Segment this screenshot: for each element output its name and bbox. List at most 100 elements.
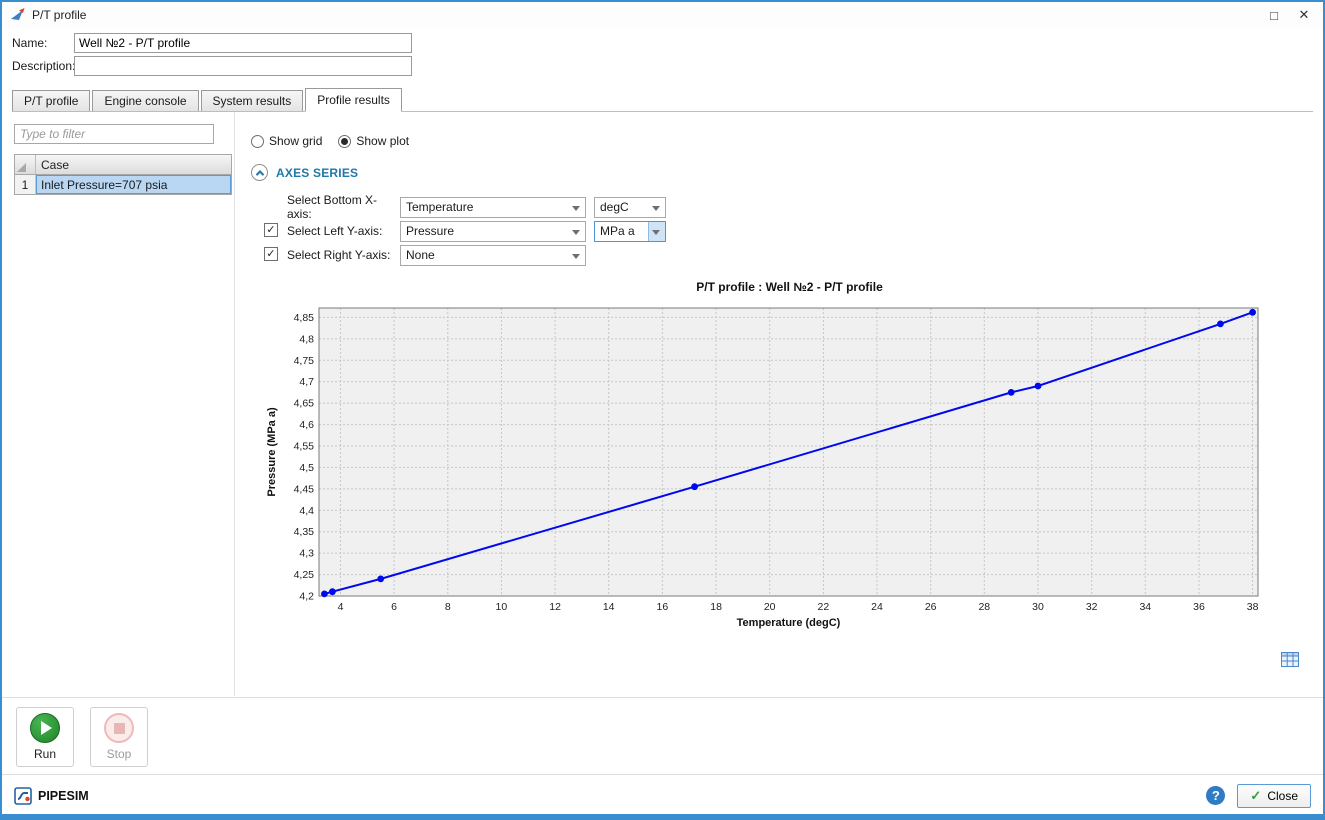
tab-label: Profile results	[317, 93, 390, 107]
tab-profile-results[interactable]: Profile results	[305, 88, 402, 112]
left-y-axis-label: Select Left Y-axis:	[287, 224, 400, 238]
svg-text:6: 6	[391, 601, 397, 613]
chevron-up-icon	[255, 170, 263, 178]
run-button[interactable]: Run	[16, 707, 74, 767]
description-input[interactable]	[74, 56, 412, 76]
run-icon	[30, 713, 60, 743]
brand: PIPESIM	[14, 787, 89, 805]
window-title: P/T profile	[32, 8, 86, 22]
close-window-icon[interactable]: ✕	[1289, 4, 1319, 26]
right-y-axis-value: None	[406, 248, 435, 262]
stop-icon	[104, 713, 134, 743]
run-button-label: Run	[34, 747, 56, 761]
right-y-checkbox[interactable]: ✓	[264, 247, 278, 261]
select-all-corner[interactable]	[15, 155, 36, 174]
svg-text:4,35: 4,35	[294, 526, 315, 538]
left-y-axis-select[interactable]: Pressure	[400, 221, 586, 242]
chart-svg: 4681012141618202224262830323436384,24,25…	[263, 300, 1268, 632]
x-axis-value: Temperature	[406, 200, 473, 214]
filter-input[interactable]	[14, 124, 214, 144]
tab-label: P/T profile	[24, 94, 78, 108]
x-axis-unit-value: degC	[600, 200, 629, 214]
svg-text:4,3: 4,3	[299, 548, 314, 560]
svg-text:4,45: 4,45	[294, 483, 315, 495]
axes-series-title: AXES SERIES	[276, 166, 358, 180]
show-grid-radio[interactable]: Show grid	[251, 134, 322, 148]
svg-text:16: 16	[657, 601, 669, 613]
description-row: Description:	[12, 55, 412, 77]
close-button[interactable]: ✓ Close	[1237, 784, 1311, 808]
svg-text:30: 30	[1032, 601, 1044, 613]
chevron-down-icon	[572, 254, 580, 259]
checkmark-icon: ✓	[1250, 788, 1261, 804]
right-y-axis-select[interactable]: None	[400, 245, 586, 266]
svg-text:14: 14	[603, 601, 615, 613]
stop-button-label: Stop	[107, 747, 132, 761]
svg-text:4,25: 4,25	[294, 569, 315, 581]
left-y-unit-select[interactable]: MPa a	[594, 221, 666, 242]
right-y-axis-label: Select Right Y-axis:	[287, 248, 400, 262]
chart-block: P/T profile : Well №2 - P/T profile 4681…	[263, 280, 1268, 635]
chevron-down-icon	[652, 206, 660, 211]
chevron-down-icon	[572, 206, 580, 211]
tabstrip: P/T profile Engine console System result…	[12, 88, 1313, 112]
name-label: Name:	[12, 36, 74, 50]
table-view-icon[interactable]	[1281, 652, 1299, 670]
svg-text:4,4: 4,4	[299, 505, 314, 517]
svg-text:Pressure (MPa a): Pressure (MPa a)	[266, 407, 278, 497]
x-axis-unit-select[interactable]: degC	[594, 197, 666, 218]
svg-text:18: 18	[710, 601, 722, 613]
chevron-down-icon	[572, 230, 580, 235]
name-row: Name:	[12, 32, 412, 54]
help-icon[interactable]: ?	[1206, 786, 1225, 805]
chart-title: P/T profile : Well №2 - P/T profile	[263, 280, 1268, 300]
app-icon	[10, 7, 26, 23]
svg-text:4,5: 4,5	[299, 462, 314, 474]
maximize-icon[interactable]: □	[1259, 4, 1289, 26]
pipesim-logo-icon	[14, 787, 32, 805]
svg-text:20: 20	[764, 601, 776, 613]
show-plot-radio[interactable]: Show plot	[338, 134, 409, 148]
case-panel: Case 1 Inlet Pressure=707 psia	[12, 112, 234, 696]
svg-text:24: 24	[871, 601, 883, 613]
run-toolbar: Run Stop	[2, 697, 1323, 774]
tab-system-results[interactable]: System results	[201, 90, 304, 111]
pt-profile-window: P/T profile □ ✕ Name: Description: P/T p…	[0, 0, 1325, 820]
left-y-unit-value: MPa a	[600, 224, 635, 238]
titlebar[interactable]: P/T profile □ ✕	[2, 2, 1323, 28]
left-y-axis-row: ✓ Select Left Y-axis: Pressure MPa a	[287, 220, 666, 242]
close-button-label: Close	[1267, 789, 1298, 803]
stop-button[interactable]: Stop	[90, 707, 148, 767]
play-triangle-icon	[41, 721, 52, 735]
chevron-down-icon	[652, 230, 660, 235]
svg-text:28: 28	[978, 601, 990, 613]
description-label: Description:	[12, 59, 74, 73]
svg-text:12: 12	[549, 601, 561, 613]
tab-content: Case 1 Inlet Pressure=707 psia Show grid…	[12, 112, 1313, 696]
left-y-checkbox[interactable]: ✓	[264, 223, 278, 237]
svg-text:4: 4	[338, 601, 344, 613]
svg-text:26: 26	[925, 601, 937, 613]
svg-text:4,55: 4,55	[294, 441, 315, 453]
svg-text:4,2: 4,2	[299, 591, 314, 603]
brand-text: PIPESIM	[38, 789, 89, 803]
stop-square-icon	[114, 723, 125, 734]
tab-engine-console[interactable]: Engine console	[92, 90, 198, 111]
svg-text:4,6: 4,6	[299, 419, 314, 431]
svg-text:4,75: 4,75	[294, 355, 315, 367]
case-row[interactable]: 1 Inlet Pressure=707 psia	[14, 175, 232, 195]
tab-pt-profile[interactable]: P/T profile	[12, 90, 90, 111]
svg-text:4,7: 4,7	[299, 376, 314, 388]
left-y-axis-value: Pressure	[406, 224, 454, 238]
right-y-axis-row: ✓ Select Right Y-axis: None	[287, 244, 586, 266]
radio-selected-icon	[338, 135, 351, 148]
case-table-header[interactable]: Case	[14, 154, 232, 175]
x-axis-select[interactable]: Temperature	[400, 197, 586, 218]
axes-series-section-header: AXES SERIES	[251, 164, 358, 181]
svg-text:4,85: 4,85	[294, 312, 315, 324]
name-input[interactable]	[74, 33, 412, 53]
collapse-section-icon[interactable]	[251, 164, 268, 181]
svg-text:32: 32	[1086, 601, 1098, 613]
svg-text:10: 10	[496, 601, 508, 613]
show-grid-label: Show grid	[269, 134, 322, 148]
